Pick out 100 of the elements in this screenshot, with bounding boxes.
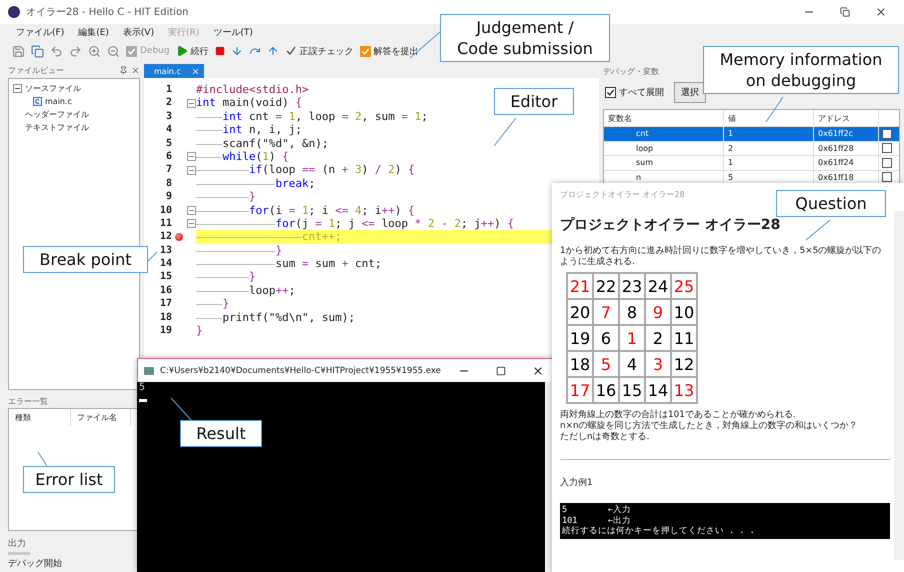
fold-icon[interactable] [186, 166, 196, 175]
c-file-icon [33, 96, 42, 106]
callout-label: Memory information on debugging [703, 46, 899, 94]
menu-item[interactable]: ツール(T) [213, 26, 253, 38]
code-line: while(1) { [196, 150, 289, 164]
tree-item[interactable]: ソースファイル [25, 82, 81, 94]
grid-number: 1 [619, 325, 645, 351]
line-number: 2 [166, 96, 172, 110]
variable-row[interactable]: sum 1 0x61ff24 [604, 156, 899, 170]
leader-line [766, 97, 783, 122]
menu-item[interactable]: 表示(V) [122, 26, 154, 38]
leader-line [38, 452, 47, 466]
grid-number: 4 [619, 351, 645, 377]
leader-line [494, 118, 516, 146]
app-logo-icon [8, 6, 20, 18]
grid-number: 25 [671, 273, 697, 299]
line-number: 9 [166, 190, 172, 204]
breakpoint-icon[interactable] [175, 232, 183, 241]
select-button[interactable]: 選択 [674, 82, 706, 103]
code-line: sum = sum + cnt; [196, 257, 382, 270]
row-checkbox[interactable] [882, 172, 892, 182]
variable-row[interactable]: loop 2 0x61ff28 [604, 142, 899, 156]
check-icon [284, 45, 297, 57]
code-line: } [196, 244, 282, 258]
window-title: オイラー28 - Hello C - HIT Edition [26, 6, 190, 19]
zoom-in-icon[interactable] [88, 44, 101, 58]
step-over-icon[interactable] [248, 45, 261, 57]
step-into-icon[interactable] [230, 45, 243, 57]
line-number: 17 [160, 297, 172, 311]
callout-label: Error list [23, 466, 115, 493]
stop-icon[interactable] [214, 46, 225, 56]
line-number: 8 [166, 176, 172, 190]
row-checkbox[interactable] [882, 128, 892, 139]
leader-line [171, 398, 192, 421]
redo-icon[interactable] [69, 44, 82, 58]
console-icon [144, 366, 154, 374]
code-line: scanf("%d", &n); [196, 136, 328, 150]
undo-icon[interactable] [50, 44, 63, 58]
close-icon[interactable] [532, 364, 544, 376]
fold-icon[interactable] [186, 98, 196, 108]
code-line: } [196, 297, 230, 311]
checkmark-icon [127, 46, 136, 56]
maximize-icon[interactable] [496, 366, 506, 376]
grid-number: 18 [567, 351, 593, 377]
editor-tab[interactable]: main.c [144, 64, 204, 78]
fold-icon[interactable] [186, 219, 196, 228]
code-line: int main(void) { [196, 96, 302, 110]
grid-number: 12 [671, 351, 697, 377]
line-number: 19 [160, 324, 172, 338]
line-number: 18 [160, 310, 172, 324]
fold-icon[interactable] [186, 206, 196, 215]
line-number: 10 [160, 204, 172, 217]
grid-number: 2 [645, 325, 671, 351]
pane-title: デバッグ・変数 [603, 66, 659, 76]
callout-label: Editor [494, 88, 574, 115]
menu-item[interactable]: 編集(E) [78, 26, 109, 38]
tree-item[interactable]: main.c [45, 96, 72, 106]
grid-number: 15 [619, 377, 645, 403]
submit-checkbox[interactable]: 解答を提出 [360, 44, 419, 58]
grid-number: 23 [619, 273, 645, 299]
check-button[interactable]: 正誤チェック [284, 44, 354, 58]
step-out-icon[interactable] [266, 45, 279, 57]
question-text: n×nの螺旋を同じ方法で生成したとき，対角線上の数字の和はいくつか？ [560, 421, 859, 432]
continue-button[interactable]: 続行 [176, 44, 209, 58]
collapse-icon[interactable] [13, 84, 22, 93]
zoom-out-icon[interactable] [107, 44, 120, 58]
grid-number: 21 [567, 273, 593, 299]
line-number: 14 [160, 257, 172, 270]
save-icon[interactable] [12, 44, 25, 58]
line-number: 6 [166, 150, 172, 164]
pin-icon[interactable] [119, 66, 128, 76]
grid-number: 14 [645, 377, 671, 403]
checkmark-icon [360, 46, 370, 56]
column-header: 値 [724, 110, 814, 126]
row-checkbox[interactable] [882, 143, 892, 154]
line-number: 1 [166, 83, 172, 96]
save-all-icon[interactable] [31, 44, 44, 58]
grid-number: 7 [593, 299, 619, 325]
console-title: C:¥Users¥b2140¥Documents¥Hello-C¥HITProject¥1955¥1955.exe [160, 366, 442, 376]
text-cursor [139, 399, 147, 402]
callout-label: Break point [23, 246, 148, 273]
question-heading: プロジェクトオイラー オイラー28 [560, 216, 780, 234]
menu-item[interactable]: ファイル(F) [16, 26, 64, 38]
tree-item[interactable]: テキストファイル [25, 122, 89, 133]
code-line: loop++; [196, 284, 296, 298]
expand-all-checkbox[interactable]: すべて展開 [605, 86, 664, 99]
status-text: デバッグ開始 [8, 558, 63, 572]
row-checkbox[interactable] [882, 158, 892, 168]
line-number: 5 [166, 136, 172, 150]
code-line: printf("%d\n", sum); [196, 310, 355, 324]
grid-number: 8 [619, 299, 645, 325]
leader-line [147, 252, 157, 262]
tree-item[interactable]: ヘッダーファイル [25, 108, 89, 120]
output-tab[interactable]: 出力 [8, 535, 140, 552]
code-line: } [196, 324, 203, 338]
fold-icon[interactable] [186, 152, 196, 162]
variable-row[interactable]: cnt 1 0x61ff2c [604, 127, 899, 142]
code-line: break; [196, 176, 316, 190]
callout-label: Judgement / Code submission [440, 14, 610, 62]
column-header: アドレス [814, 110, 879, 126]
